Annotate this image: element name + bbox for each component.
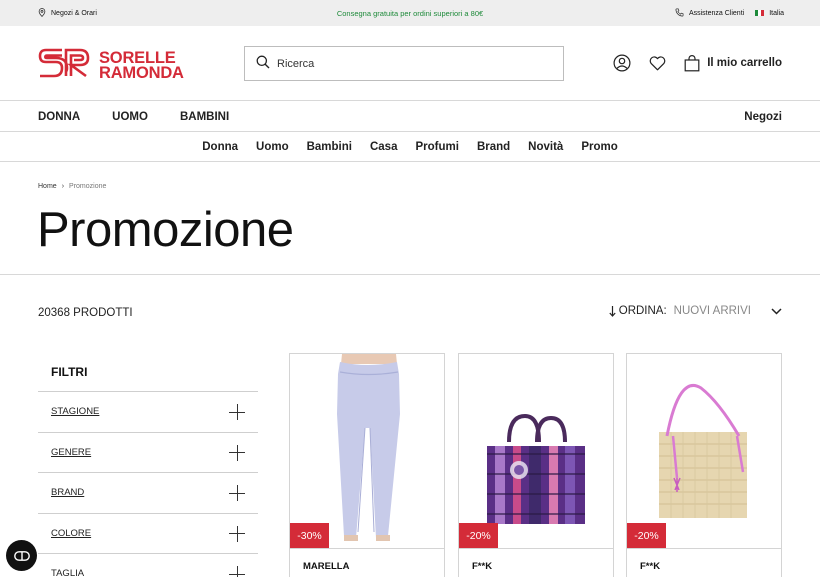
- discount-badge: -20%: [459, 523, 498, 548]
- plus-icon: [229, 444, 245, 461]
- category-donna[interactable]: Donna: [202, 141, 238, 153]
- phone-icon: [675, 8, 684, 19]
- product-brand: F**K: [472, 561, 493, 572]
- divider: [459, 548, 613, 549]
- product-image-trousers[interactable]: [290, 354, 444, 548]
- breadcrumb-home[interactable]: Home: [38, 183, 57, 190]
- primary-nav: DONNA UOMO BAMBINI Negozi: [0, 102, 820, 132]
- nav-stores-link[interactable]: Negozi: [744, 102, 782, 131]
- location-pin-icon: [38, 7, 46, 19]
- filters-title: FILTRI: [38, 353, 258, 392]
- filter-taglia[interactable]: TAGLIA: [38, 554, 258, 577]
- breadcrumb-current: Promozione: [69, 183, 107, 190]
- product-card[interactable]: -30% MARELLA: [289, 353, 445, 577]
- category-brand[interactable]: Brand: [477, 141, 510, 153]
- stores-hours-link[interactable]: Negozi & Orari: [38, 0, 97, 26]
- breadcrumb: Home › Promozione: [38, 183, 106, 190]
- nav-bambini[interactable]: BAMBINI: [180, 111, 229, 123]
- nav-donna[interactable]: DONNA: [38, 111, 80, 123]
- category-nav: Donna Uomo Bambini Casa Profumi Brand No…: [0, 132, 820, 162]
- filter-label: GENERE: [51, 446, 92, 458]
- customer-support-link[interactable]: Assistenza Clienti: [689, 10, 744, 17]
- page-title: Promozione: [37, 203, 294, 257]
- category-uomo[interactable]: Uomo: [256, 141, 289, 153]
- search-input[interactable]: Ricerca: [244, 46, 564, 81]
- divider: [627, 548, 781, 549]
- site-header: SORELLE RAMONDA Ricerca Il mio carrello: [0, 26, 820, 101]
- nav-uomo[interactable]: UOMO: [112, 111, 148, 123]
- stores-hours-label: Negozi & Orari: [51, 9, 97, 17]
- logo-line-2: RAMONDA: [99, 63, 184, 82]
- product-image-patterned-tote[interactable]: [459, 354, 613, 548]
- chevron-down-icon: [771, 307, 782, 315]
- italy-flag-icon: [755, 10, 765, 16]
- arrow-down-icon: [609, 305, 616, 317]
- plus-icon: [229, 404, 245, 420]
- account-icon[interactable]: [613, 54, 631, 72]
- plus-icon: [229, 485, 245, 501]
- product-count: 20368 PRODOTTI: [38, 307, 133, 319]
- filter-label: STAGIONE: [51, 406, 100, 418]
- sort-label: ORDINA:: [618, 305, 667, 317]
- plus-icon: [229, 525, 245, 542]
- filter-brand[interactable]: BRAND: [38, 473, 258, 514]
- category-profumi[interactable]: Profumi: [415, 141, 458, 153]
- chat-widget-button[interactable]: [6, 540, 37, 571]
- product-image-straw-tote[interactable]: [627, 354, 781, 548]
- category-novita[interactable]: Novità: [528, 141, 563, 153]
- divider: [290, 548, 444, 549]
- country-selector[interactable]: Italia: [769, 10, 784, 17]
- filter-label: TAGLIA: [51, 568, 85, 577]
- breadcrumb-separator: ›: [61, 183, 65, 190]
- filter-genere[interactable]: GENERE: [38, 433, 258, 473]
- sr-monogram-icon: [38, 47, 91, 84]
- search-icon: [256, 55, 270, 72]
- discount-badge: -20%: [627, 523, 666, 548]
- product-brand: MARELLA: [303, 561, 350, 572]
- filter-label: BRAND: [51, 487, 85, 499]
- filter-colore[interactable]: COLORE: [38, 514, 258, 554]
- filter-label: COLORE: [51, 527, 92, 539]
- category-bambini[interactable]: Bambini: [307, 141, 352, 153]
- sort-dropdown[interactable]: ORDINA: NUOVI ARRIVI: [609, 305, 782, 317]
- chat-icon: [13, 550, 30, 561]
- logo[interactable]: SORELLE RAMONDA: [38, 47, 184, 84]
- category-casa[interactable]: Casa: [370, 141, 398, 153]
- logo-wordmark: SORELLE RAMONDA: [99, 49, 184, 82]
- product-card[interactable]: -20% F**K: [458, 353, 614, 577]
- product-card[interactable]: -20% F**K: [626, 353, 782, 577]
- divider: [0, 274, 820, 275]
- plus-icon: [229, 566, 245, 577]
- discount-badge: -30%: [290, 523, 329, 548]
- cart-label: Il mio carrello: [707, 57, 782, 69]
- filters-panel: FILTRI STAGIONE GENERE BRAND COLORE TAGL…: [38, 353, 258, 577]
- category-promo[interactable]: Promo: [581, 141, 617, 153]
- filter-stagione[interactable]: STAGIONE: [38, 392, 258, 433]
- cart-button[interactable]: Il mio carrello: [684, 54, 782, 72]
- shopping-bag-icon: [684, 54, 700, 72]
- top-bar: Consegna gratuita per ordini superiori a…: [0, 0, 820, 26]
- product-brand: F**K: [640, 561, 661, 572]
- sort-value: NUOVI ARRIVI: [673, 305, 751, 317]
- search-placeholder: Ricerca: [277, 57, 315, 70]
- wishlist-heart-icon[interactable]: [649, 55, 666, 71]
